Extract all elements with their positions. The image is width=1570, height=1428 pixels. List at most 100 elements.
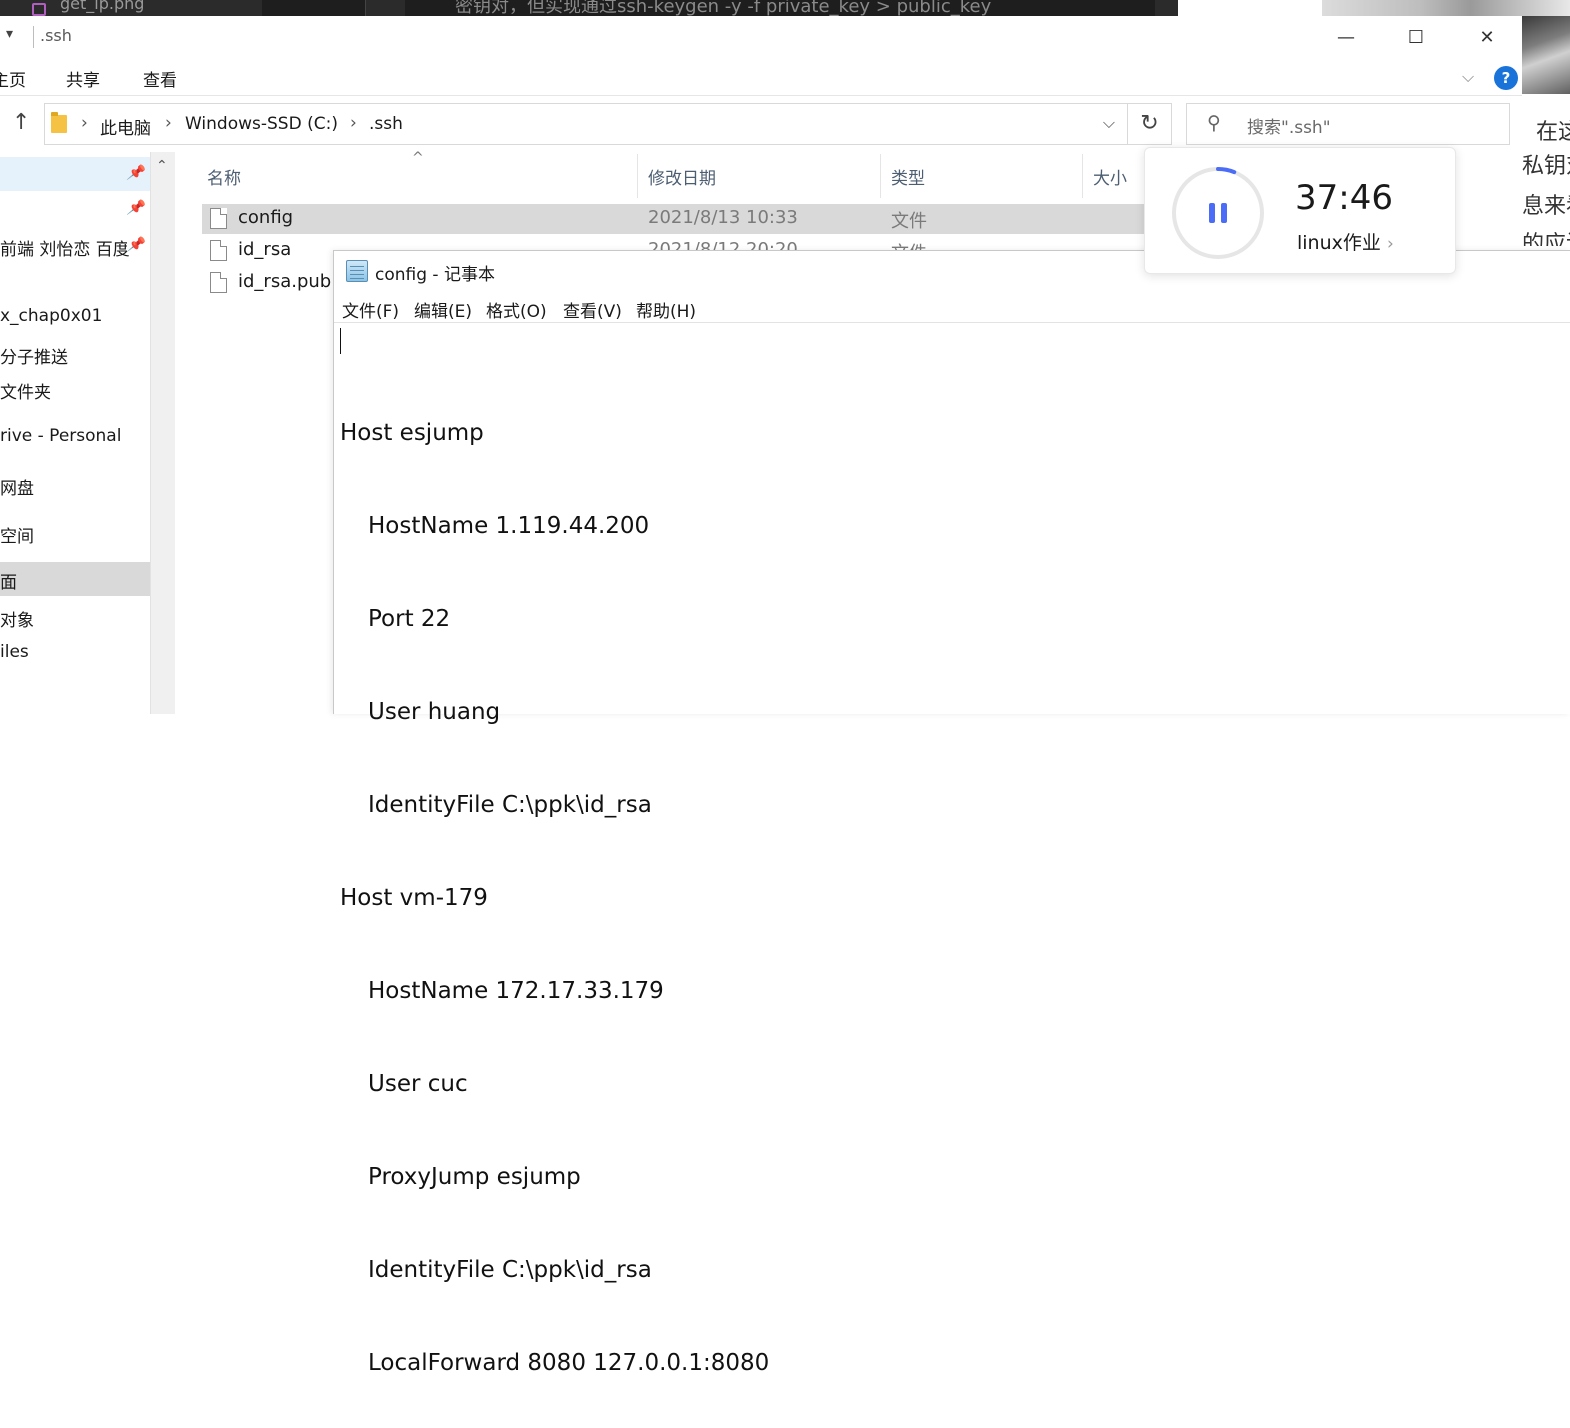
breadcrumb-chevron-icon[interactable]: › — [81, 113, 88, 133]
sort-ascending-icon: ^ — [412, 150, 424, 166]
background-text-line: 私钥对 — [1522, 154, 1570, 179]
text-line: LocalForward 8080 127.0.0.1:8080 — [368, 1350, 770, 1376]
nav-item[interactable]: x_chap0x01 — [0, 300, 150, 334]
background-tab-3[interactable] — [1155, 0, 1179, 16]
nav-item[interactable]: 文件夹 — [0, 372, 150, 406]
menu-help[interactable]: 帮助(H) — [636, 297, 696, 322]
search-input[interactable]: ⚲ 搜索".ssh" — [1186, 103, 1510, 145]
scroll-up-icon[interactable]: ⌃ — [156, 158, 168, 174]
address-history-dropdown-icon[interactable]: ⌵ — [1103, 113, 1115, 133]
menu-format[interactable]: 格式(O) — [486, 297, 547, 322]
pause-icon[interactable] — [1209, 203, 1227, 223]
breadcrumb-drive[interactable]: Windows-SSD (C:) — [185, 114, 338, 134]
close-button[interactable]: ✕ — [1452, 16, 1522, 58]
notepad-text-area[interactable]: Host esjump HostName 1.119.44.200 Port 2… — [340, 325, 769, 1428]
nav-item[interactable]: 前端 刘怡恋 百度 📌 — [0, 229, 150, 263]
address-row: ↑ › 此电脑 › Windows-SSD (C:) › .ssh ⌵ ↻ ⚲ … — [0, 96, 1522, 152]
notepad-icon — [346, 260, 368, 282]
menu-view[interactable]: 查看(V) — [563, 297, 622, 322]
notepad-menu-bar: 文件(F) 编辑(E) 格式(O) 查看(V) 帮助(H) — [334, 293, 1570, 323]
pin-icon: 📌 — [126, 237, 144, 253]
minimize-icon: — — [1337, 26, 1355, 48]
menu-file[interactable]: 文件(F) — [342, 297, 399, 322]
timer-track — [1172, 167, 1264, 259]
help-icon[interactable]: ? — [1494, 66, 1518, 90]
nav-item[interactable]: 面 — [0, 562, 150, 596]
text-line: HostName 172.17.33.179 — [368, 978, 664, 1004]
text-line: User huang — [368, 699, 501, 725]
breadcrumb-this-pc[interactable]: 此电脑 — [100, 114, 151, 139]
nav-item[interactable]: iles — [0, 636, 150, 670]
column-header-size[interactable]: 大小 — [1093, 164, 1127, 189]
image-file-icon — [32, 3, 46, 16]
background-taskbar-strip: get_ip.png 密钥对，但实现通过ssh-keygen -y -f pri… — [0, 0, 1570, 16]
nav-scrollbar[interactable]: ⌃ — [150, 152, 175, 714]
navigation-pane: 📌 📌 前端 刘怡恋 百度 📌 x_chap0x01 分子推送 文件夹 rive … — [0, 152, 150, 714]
nav-item[interactable]: 分子推送 — [0, 337, 150, 371]
timer-time: 37:46 — [1295, 178, 1393, 218]
file-type: 文件 — [891, 211, 927, 232]
text-line: ProxyJump esjump — [368, 1164, 581, 1190]
nav-item[interactable]: 网盘 — [0, 468, 150, 502]
column-divider[interactable] — [880, 154, 881, 198]
maximize-icon: ☐ — [1407, 26, 1425, 48]
minimize-button[interactable]: — — [1311, 16, 1381, 58]
file-row[interactable]: config 2021/8/13 10:33 文件 — [202, 204, 1147, 234]
title-separator — [33, 26, 34, 48]
tab-view[interactable]: 查看 — [143, 66, 177, 91]
text-line: User cuc — [368, 1071, 468, 1097]
chevron-right-icon: › — [1386, 234, 1394, 254]
nav-item[interactable]: rive - Personal — [0, 420, 150, 454]
search-icon: ⚲ — [1207, 112, 1221, 134]
breadcrumb-chevron-icon[interactable]: › — [165, 113, 172, 133]
file-date: 2021/8/13 10:33 — [648, 207, 798, 228]
folder-icon — [51, 112, 67, 133]
timer-task-link[interactable]: linux作业 › — [1297, 228, 1394, 255]
refresh-button[interactable]: ↻ — [1128, 103, 1172, 145]
breadcrumb-ssh[interactable]: .ssh — [369, 114, 403, 134]
text-line: Host vm-179 — [340, 885, 488, 911]
timer-task-label: linux作业 — [1297, 232, 1381, 254]
nav-item[interactable]: 📌 — [0, 192, 150, 226]
window-title: .ssh — [40, 26, 72, 45]
quick-access-dropdown-icon[interactable]: ▾ — [6, 26, 13, 42]
text-line: Host esjump — [340, 420, 484, 446]
text-caret — [340, 328, 341, 354]
close-icon: ✕ — [1479, 26, 1495, 48]
up-arrow-icon[interactable]: ↑ — [12, 110, 30, 135]
column-header-type[interactable]: 类型 — [891, 164, 925, 189]
column-divider[interactable] — [1082, 154, 1083, 198]
tab-share[interactable]: 共享 — [66, 66, 100, 91]
tab-home[interactable]: 主页 — [0, 66, 26, 91]
ribbon-expand-icon[interactable]: ⌵ — [1462, 67, 1474, 87]
timer-progress-ring[interactable] — [1171, 166, 1265, 260]
background-panel — [1178, 0, 1322, 16]
address-bar[interactable]: › 此电脑 › Windows-SSD (C:) › .ssh ⌵ — [44, 103, 1128, 145]
maximize-button[interactable]: ☐ — [1381, 16, 1451, 58]
file-icon — [210, 208, 227, 229]
text-line: HostName 1.119.44.200 — [368, 513, 650, 539]
focus-timer-widget: 37:46 linux作业 › — [1144, 147, 1456, 274]
background-tab-label: get_ip.png — [60, 0, 145, 13]
background-tab-2[interactable] — [365, 0, 405, 16]
column-divider[interactable] — [637, 154, 638, 198]
nav-item[interactable]: 📌 — [0, 157, 150, 191]
breadcrumb-chevron-icon[interactable]: › — [350, 113, 357, 133]
text-line: IdentityFile C:\ppk\id_rsa — [368, 1257, 652, 1283]
nav-item[interactable]: 空间 — [0, 516, 150, 550]
nav-item[interactable]: 对象 — [0, 600, 150, 634]
ribbon-tabs: 主页 共享 查看 ⌵ ? — [0, 58, 1522, 96]
background-tab[interactable]: get_ip.png — [0, 0, 262, 16]
background-document-text: 密钥对，但实现通过ssh-keygen -y -f private_key > … — [455, 0, 992, 16]
background-photo — [1322, 0, 1570, 16]
file-name: id_rsa — [238, 239, 292, 260]
background-photo-right — [1522, 16, 1570, 94]
text-line: Port 22 — [368, 606, 451, 632]
column-header-modified[interactable]: 修改日期 — [648, 164, 716, 189]
column-header-name[interactable]: 名称 — [207, 164, 241, 189]
file-icon — [210, 272, 227, 293]
menu-edit[interactable]: 编辑(E) — [414, 297, 472, 322]
notepad-window: config - 记事本 文件(F) 编辑(E) 格式(O) 查看(V) 帮助(… — [333, 250, 1570, 1376]
background-text-line: 在这 — [1536, 120, 1570, 145]
background-text-line: 的应该 — [1522, 232, 1570, 246]
